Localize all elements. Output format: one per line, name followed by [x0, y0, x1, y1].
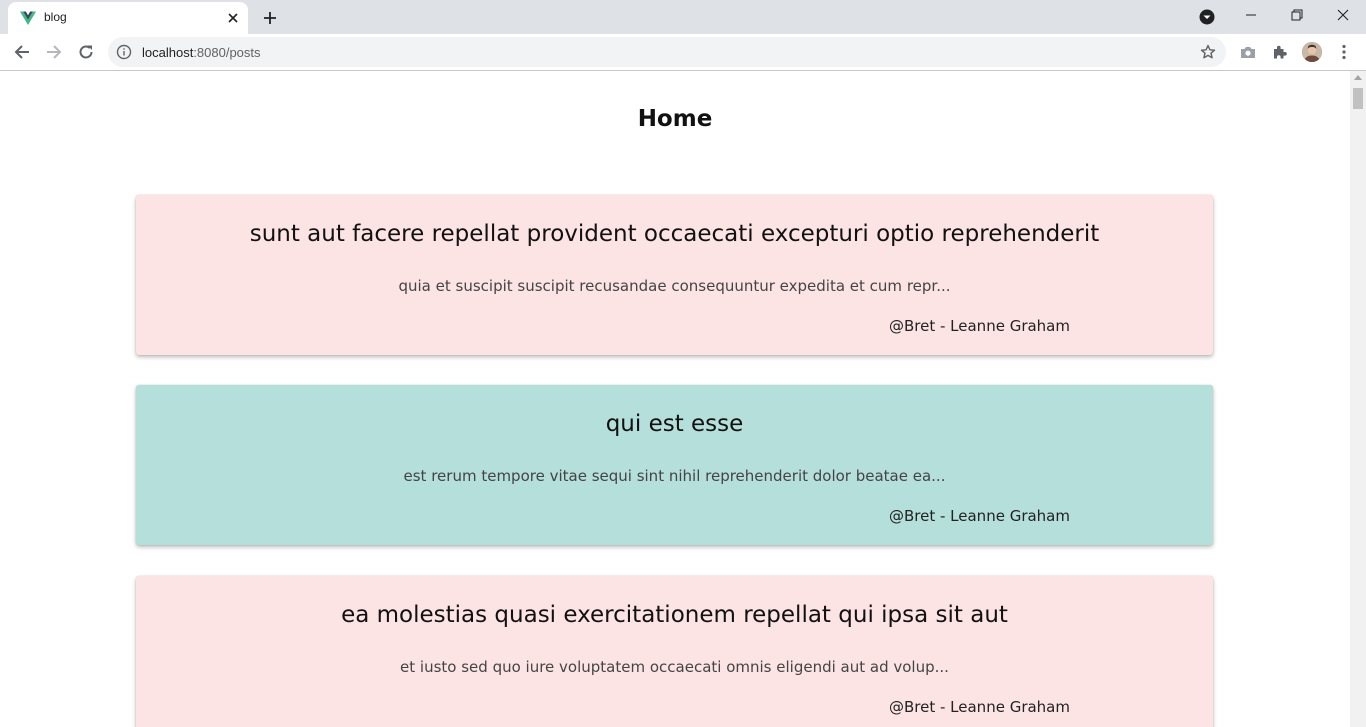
- post-title: qui est esse: [605, 411, 744, 437]
- post-title: sunt aut facere repellat provident occae…: [249, 221, 1100, 247]
- camera-icon: [1241, 47, 1255, 58]
- restore-button[interactable]: [1274, 0, 1320, 30]
- restore-icon: [1291, 9, 1303, 21]
- post-excerpt: et iusto sed quo iure voluptatem occaeca…: [400, 658, 949, 676]
- post-author: @Bret - Leanne Graham: [888, 317, 1070, 335]
- address-bar[interactable]: localhost:8080/posts: [108, 37, 1226, 67]
- post-card[interactable]: qui est esse est rerum tempore vitae seq…: [136, 385, 1213, 545]
- close-tab-icon[interactable]: [224, 9, 242, 27]
- post-title: ea molestias quasi exercitationem repell…: [341, 602, 1008, 628]
- profile-avatar[interactable]: [1302, 42, 1322, 62]
- minimize-button[interactable]: [1228, 0, 1274, 30]
- url-text: localhost:8080/posts: [142, 45, 261, 60]
- chrome-menu-button[interactable]: [1334, 42, 1354, 62]
- camera-button[interactable]: [1238, 42, 1258, 62]
- page-title: Home: [637, 106, 713, 132]
- tab-title: blog: [44, 10, 67, 24]
- tab-search-button[interactable]: [1194, 4, 1220, 30]
- url-port-path: :8080/posts: [193, 45, 261, 60]
- tab-strip: blog: [0, 0, 1366, 34]
- page-viewport: Home sunt aut facere repellat provident …: [0, 71, 1350, 727]
- extensions-button[interactable]: [1270, 42, 1290, 62]
- info-icon[interactable]: [116, 44, 132, 60]
- forward-button[interactable]: [40, 38, 68, 66]
- close-window-button[interactable]: [1320, 0, 1366, 30]
- chevron-down-circle-icon: [1199, 9, 1215, 25]
- vertical-scrollbar[interactable]: [1350, 71, 1366, 727]
- plus-icon: [264, 12, 276, 24]
- back-button[interactable]: [8, 38, 36, 66]
- scrollbar-thumb[interactable]: [1353, 88, 1363, 109]
- browser-toolbar: localhost:8080/posts: [0, 34, 1366, 71]
- puzzle-icon: [1274, 45, 1287, 59]
- post-excerpt: quia et suscipit suscipit recusandae con…: [398, 277, 951, 295]
- minimize-icon: [1246, 14, 1256, 16]
- browser-tab-blog[interactable]: blog: [8, 2, 248, 34]
- close-icon: [1337, 9, 1349, 21]
- avatar-image-icon: [1302, 42, 1322, 62]
- new-tab-button[interactable]: [256, 4, 284, 32]
- arrow-left-icon: [14, 45, 29, 59]
- arrow-right-icon: [47, 45, 62, 59]
- post-author: @Bret - Leanne Graham: [888, 507, 1070, 525]
- url-host: localhost: [142, 45, 194, 60]
- reload-button[interactable]: [72, 38, 100, 66]
- reload-icon: [79, 45, 93, 59]
- post-author: @Bret - Leanne Graham: [888, 698, 1070, 716]
- post-excerpt: est rerum tempore vitae sequi sint nihil…: [403, 467, 946, 485]
- scroll-up-arrow-icon[interactable]: [1354, 75, 1362, 80]
- kebab-menu-icon: [1342, 44, 1346, 60]
- vue-logo-icon: [20, 11, 36, 25]
- post-card[interactable]: sunt aut facere repellat provident occae…: [136, 195, 1213, 355]
- star-icon[interactable]: [1200, 44, 1216, 60]
- post-card[interactable]: ea molestias quasi exercitationem repell…: [136, 576, 1213, 727]
